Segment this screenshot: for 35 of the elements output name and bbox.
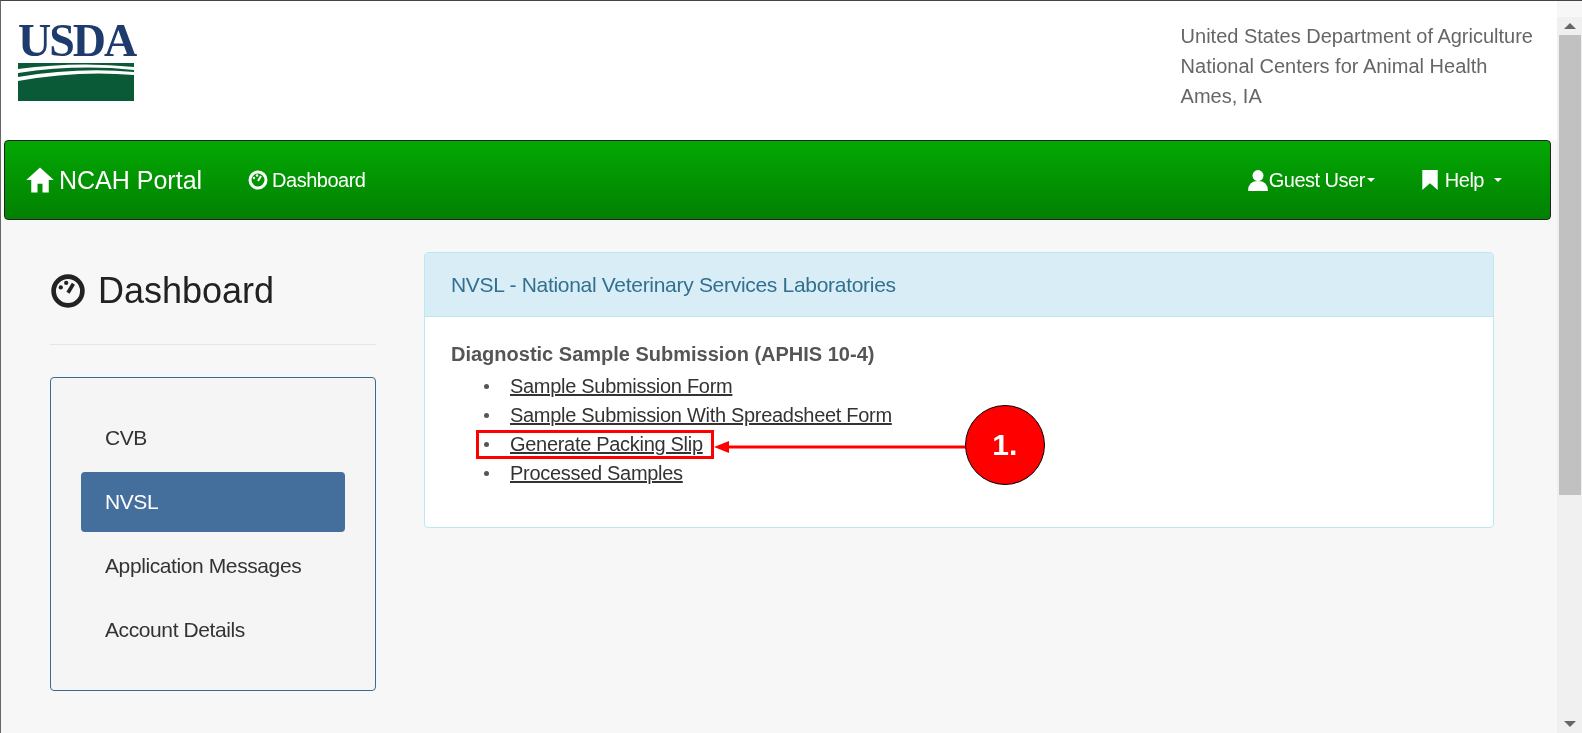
scroll-down-icon [1563,721,1576,727]
agency-text: Ames, IA [1180,84,1263,109]
home-icon [25,166,55,194]
scrollbar[interactable] [1557,17,1582,733]
sidebar-item[interactable]: Application Messages [81,536,345,596]
sidebar-item[interactable]: CVB [81,408,345,468]
submission-link[interactable]: Generate Packing Slip [510,433,703,456]
gauge-icon [50,273,86,309]
callout-badge: 1. [964,405,1045,485]
gauge-icon [248,170,269,190]
usda-logo: USDA [18,21,134,101]
sidebar-item[interactable]: NVSL [81,472,345,532]
sidebar-item[interactable]: Account Details [81,600,345,660]
help-menu[interactable]: Help [1420,168,1502,192]
submission-link[interactable]: Sample Submission Form [510,375,733,398]
scroll-up-icon [1563,23,1576,29]
page-title: Dashboard [98,270,275,312]
caret-icon [1494,178,1502,182]
portal-home-link[interactable]: NCAH Portal [25,165,203,195]
user-icon [1246,169,1269,191]
scroll-thumb[interactable] [1558,35,1581,495]
bullet-icon [484,442,489,447]
caret-icon [1366,178,1375,182]
user-menu[interactable]: Guest User [1246,168,1375,192]
dashboard-nav-link[interactable]: Dashboard [248,168,366,192]
panel-title: NVSL - National Veterinary Services Laboratories [451,272,896,297]
bullet-icon [484,471,489,476]
bullet-icon [484,384,489,389]
agency-text: United States Department of Agriculture [1180,24,1533,49]
submission-link[interactable]: Processed Samples [510,462,683,485]
submission-link[interactable]: Sample Submission With Spreadsheet Form [510,404,892,427]
section-heading: Diagnostic Sample Submission (APHIS 10-4) [451,343,876,366]
bookmark-icon [1420,169,1439,191]
bullet-icon [484,413,489,418]
agency-text: National Centers for Animal Health [1180,54,1489,79]
